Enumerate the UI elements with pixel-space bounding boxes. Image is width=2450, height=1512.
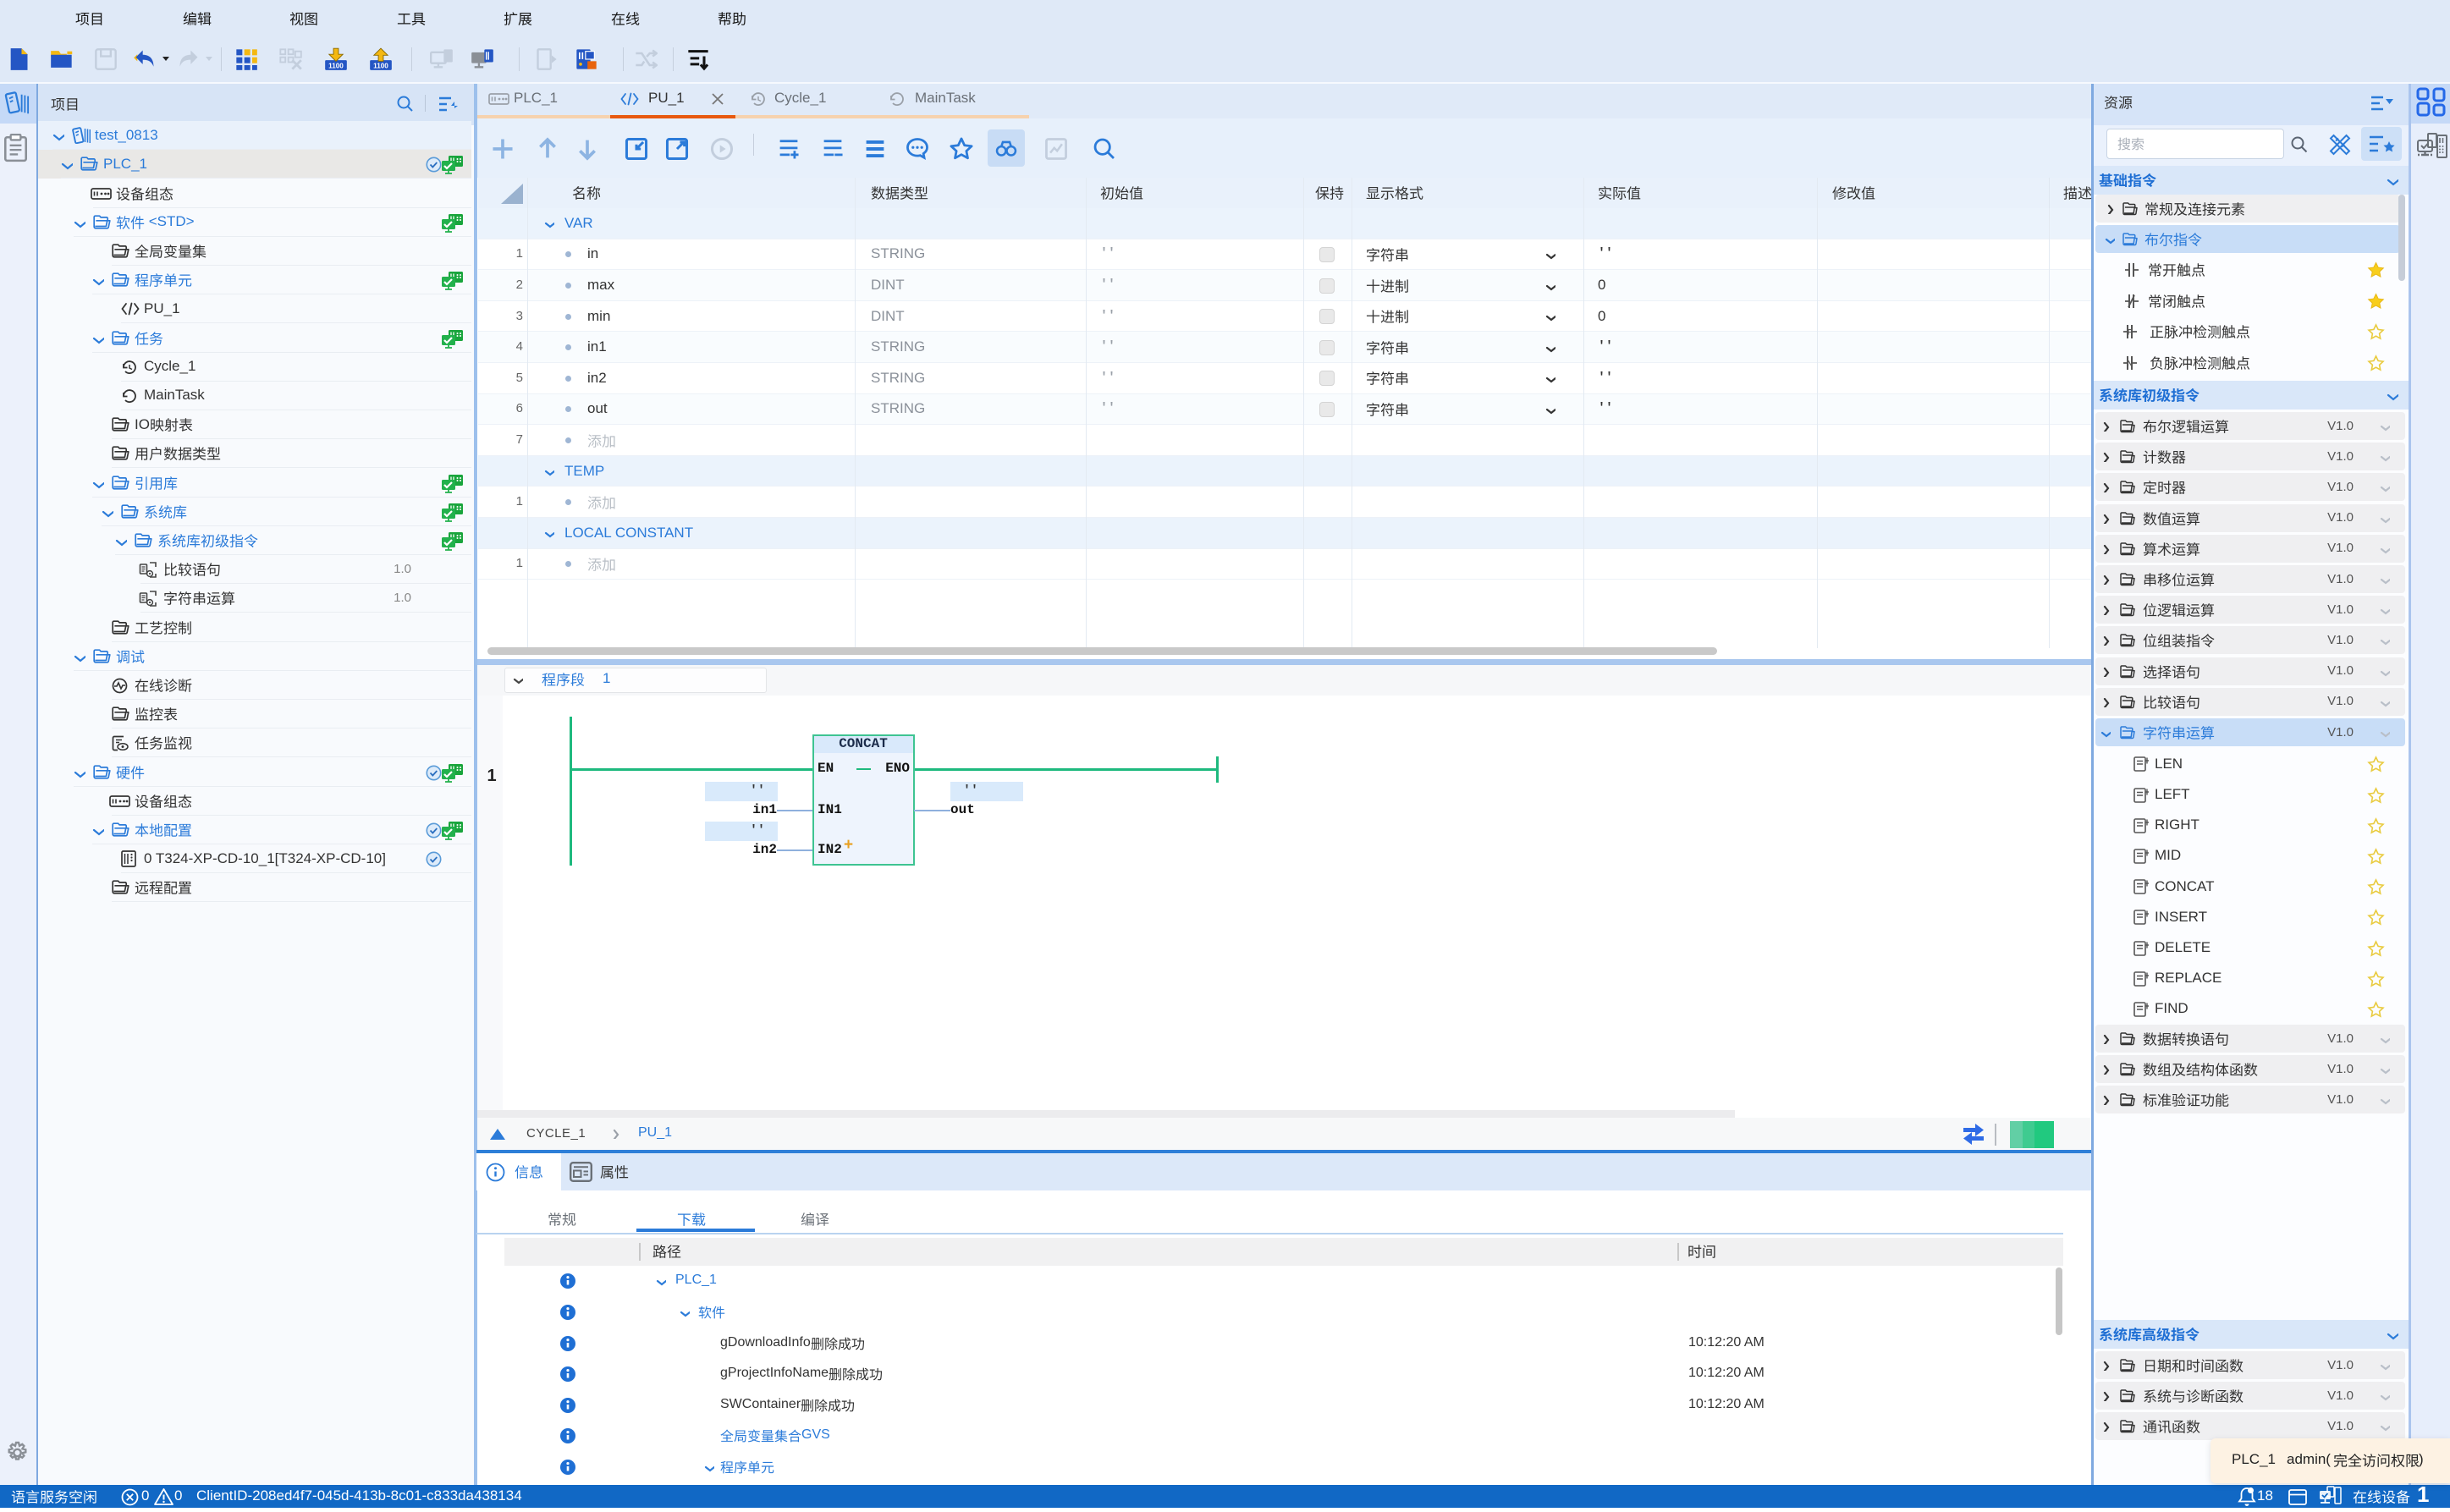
svg-text:P: P [2128,328,2133,338]
svg-text:1100: 1100 [373,63,388,70]
svg-text:1100: 1100 [328,63,344,70]
svg-text:N: N [2127,360,2133,369]
